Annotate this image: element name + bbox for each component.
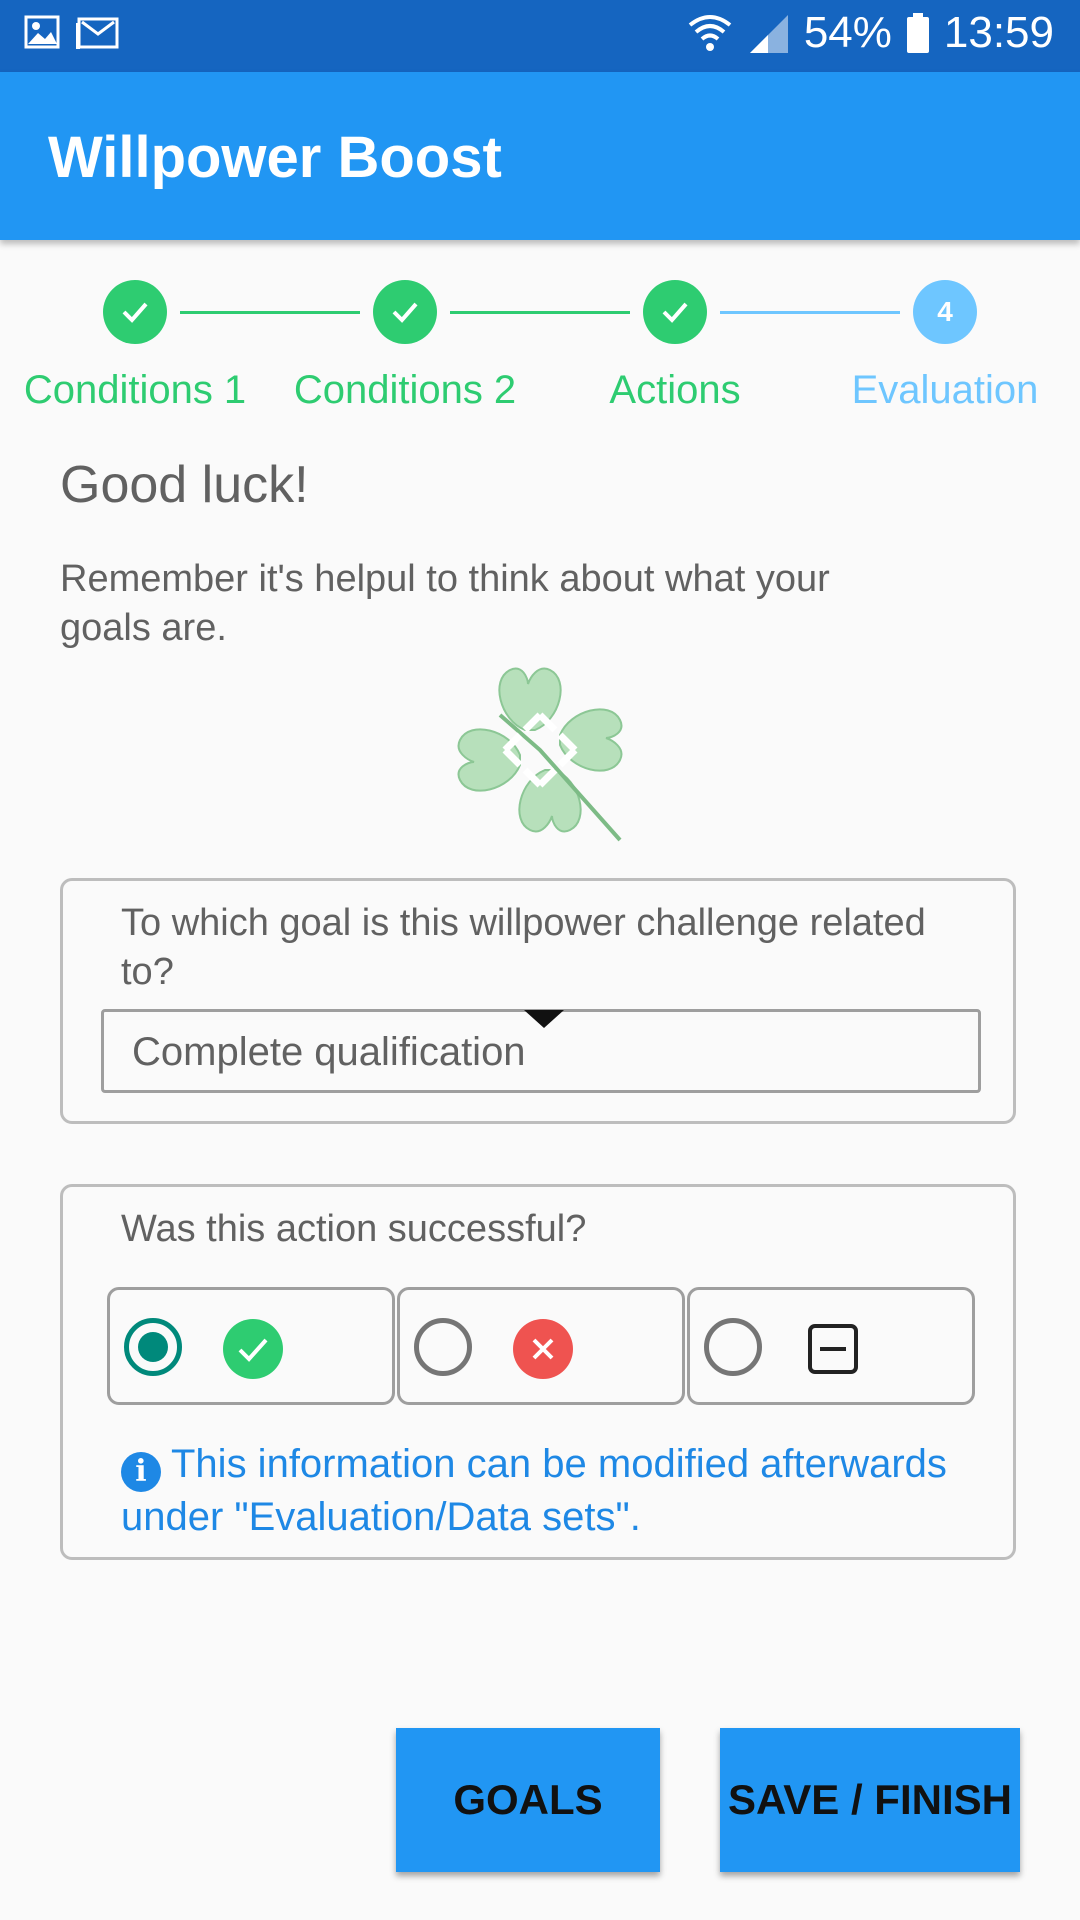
step-connector (180, 311, 360, 314)
step-number: 4 (937, 296, 953, 327)
goal-card: To which goal is this willpower challeng… (60, 878, 1016, 1124)
step-label-conditions-2[interactable]: Conditions 2 (275, 368, 535, 413)
clover-icon (457, 667, 623, 842)
step-connector (720, 311, 900, 314)
step-1-done-icon[interactable] (103, 280, 167, 344)
info-text: This information can be modified afterwa… (121, 1442, 947, 1539)
save-finish-button[interactable]: SAVE / FINISH (720, 1728, 1020, 1872)
dropdown-arrow-icon[interactable] (524, 1010, 564, 1028)
app-title: Willpower Boost (48, 125, 502, 190)
option-neutral[interactable] (687, 1287, 975, 1405)
clock: 13:59 (943, 8, 1054, 57)
success-card: Was this action successful? i This inform… (60, 1184, 1016, 1560)
battery-icon (906, 13, 929, 53)
step-3-done-icon[interactable] (643, 280, 707, 344)
intro-text: Remember it's helpul to think about what… (60, 558, 830, 649)
option-failure[interactable] (397, 1287, 685, 1405)
page-heading: Good luck! (60, 456, 309, 514)
minus-box-icon (808, 1324, 858, 1374)
success-question: Was this action successful? (121, 1208, 587, 1250)
close-icon (513, 1319, 573, 1379)
step-2-done-icon[interactable] (373, 280, 437, 344)
check-icon (122, 302, 148, 323)
goal-select-value: Complete qualification (132, 1030, 526, 1074)
progress-stepper: 4 Conditions 1 Conditions 2 Actions Eval… (0, 280, 1080, 420)
step-label-evaluation[interactable]: Evaluation (815, 368, 1075, 413)
option-success[interactable] (107, 1287, 395, 1405)
step-connector (450, 311, 630, 314)
status-bar: 54% 13:59 (0, 0, 1080, 72)
info-message: i This information can be modified afterw… (121, 1439, 1001, 1542)
goals-button[interactable]: GOALS (396, 1728, 660, 1872)
app-bar: Willpower Boost (0, 72, 1080, 240)
step-label-actions[interactable]: Actions (545, 368, 805, 413)
radio-neutral[interactable] (704, 1318, 762, 1376)
check-icon (662, 302, 688, 323)
radio-success[interactable] (124, 1318, 182, 1376)
goal-question: To which goal is this willpower challeng… (121, 902, 926, 993)
check-icon (223, 1319, 283, 1379)
info-icon: i (121, 1452, 161, 1492)
radio-failure[interactable] (414, 1318, 472, 1376)
step-4-current[interactable]: 4 (913, 280, 977, 344)
goal-select[interactable]: Complete qualification (101, 1009, 981, 1093)
check-icon (392, 302, 418, 323)
battery-percent: 54% (803, 8, 892, 57)
wifi-icon (688, 15, 732, 51)
gmail-icon (76, 17, 119, 49)
signal-icon (749, 15, 788, 53)
step-label-conditions-1[interactable]: Conditions 1 (5, 368, 265, 413)
image-icon (24, 15, 60, 49)
